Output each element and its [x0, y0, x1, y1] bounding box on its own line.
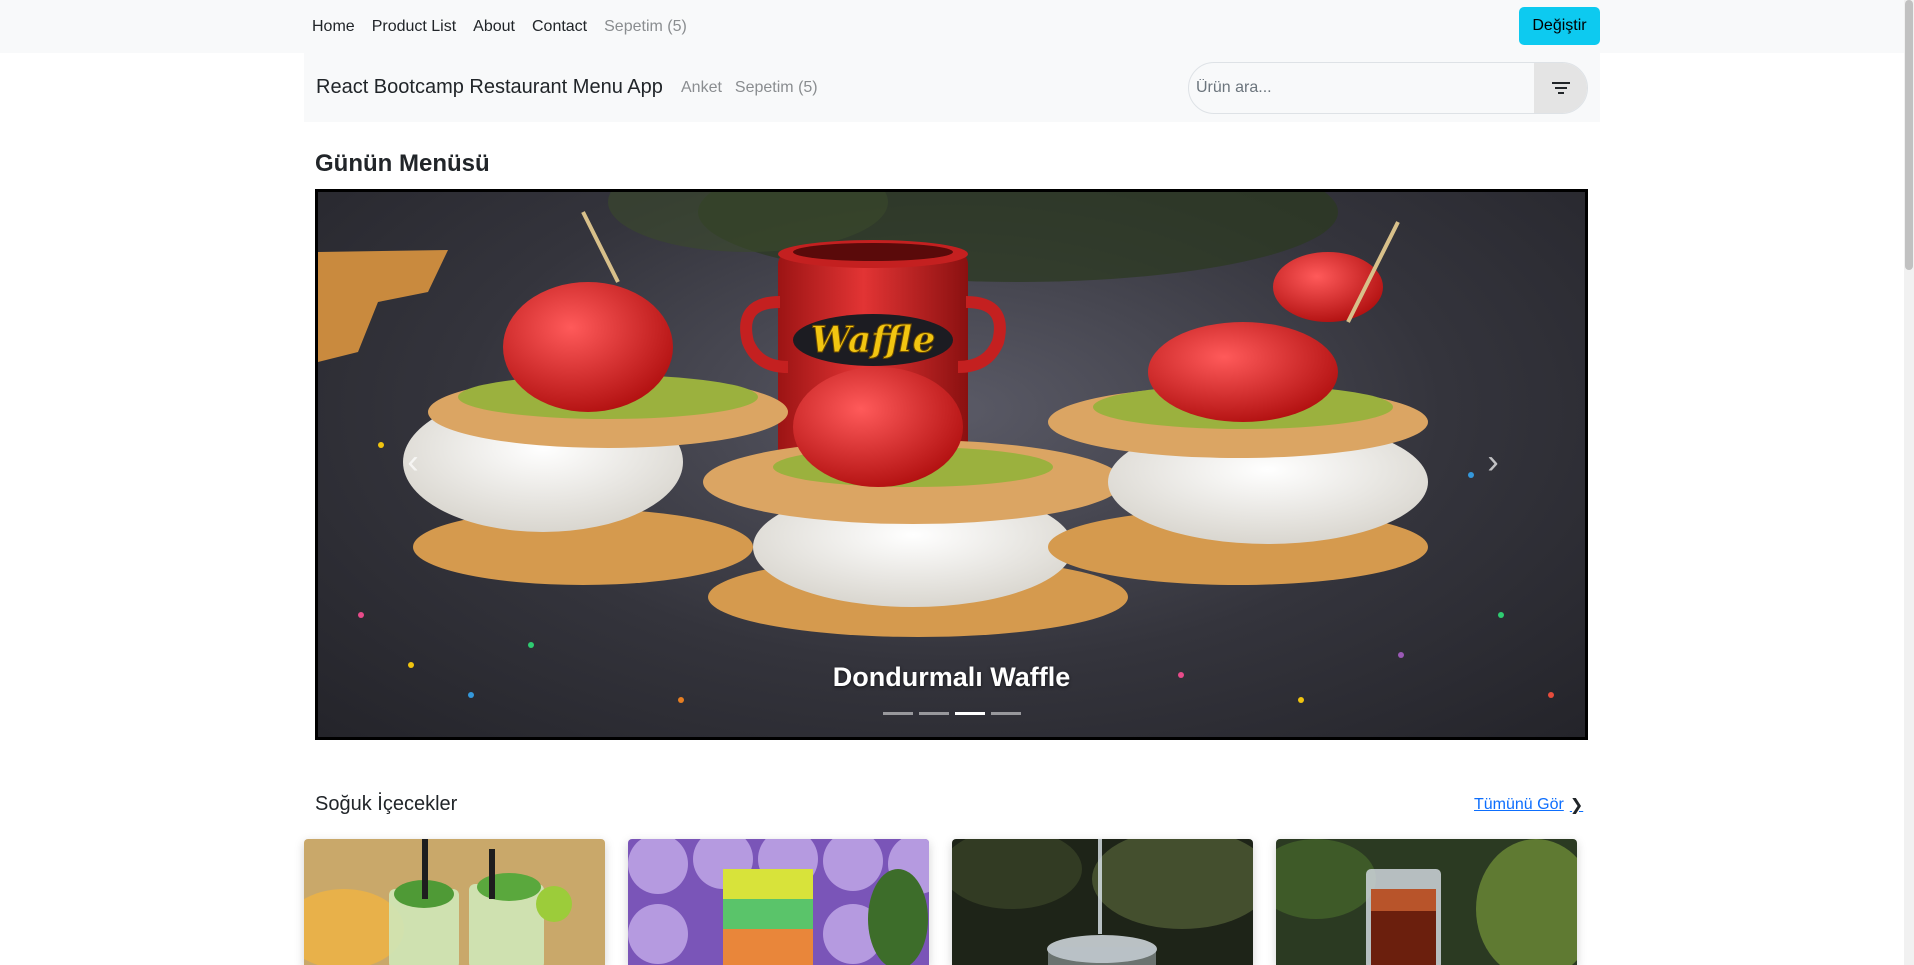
sprinkle: [378, 442, 384, 448]
product-card-sparkling-water[interactable]: [952, 839, 1253, 965]
product-card-layered-drink[interactable]: [628, 839, 929, 965]
carousel-indicators: [318, 712, 1585, 715]
carousel-indicator[interactable]: [882, 712, 913, 715]
nav-home-link[interactable]: Home: [312, 18, 355, 36]
top-nav-links: Home Product List About Contact Sepetim …: [312, 0, 704, 53]
search-input[interactable]: [1189, 63, 1535, 113]
slide-caption: Dondurmalı Waffle: [832, 662, 1071, 692]
see-all-link[interactable]: Tümünü Gör ❯: [1474, 795, 1583, 815]
sprinkle: [1298, 697, 1304, 703]
product-card-iced-tea[interactable]: [1276, 839, 1577, 965]
daily-menu-carousel: Waffle ‹ › Dondurmalı Waffle: [315, 189, 1588, 740]
carousel-next-button[interactable]: ›: [1478, 443, 1508, 481]
carousel-prev-button[interactable]: ‹: [398, 443, 428, 481]
scrollbar-thumb[interactable]: [1905, 0, 1913, 270]
top-navbar: Home Product List About Contact Sepetim …: [0, 0, 1904, 53]
nav-contact-link[interactable]: Contact: [532, 18, 587, 36]
chevron-right-icon: ❯: [1569, 797, 1584, 814]
mojito-image: [304, 839, 605, 965]
app-brand[interactable]: React Bootcamp Restaurant Menu App: [316, 53, 663, 122]
nav-cart-link[interactable]: Sepetim (5): [604, 18, 687, 36]
cold-drinks-title: Soğuk İçecekler: [315, 793, 458, 815]
search-box: [1188, 62, 1588, 114]
sprinkle: [1498, 612, 1504, 618]
chevron-right-icon: ›: [1487, 442, 1499, 481]
page-scrollbar[interactable]: [1904, 0, 1914, 965]
app-header: React Bootcamp Restaurant Menu App Anket…: [304, 53, 1600, 122]
carousel-indicator[interactable]: [990, 712, 1021, 715]
carousel-indicator-active[interactable]: [954, 712, 985, 715]
header-links: Anket Sepetim (5): [681, 53, 831, 122]
change-button[interactable]: Değiştir: [1519, 7, 1600, 45]
see-all-label: Tümünü Gör: [1474, 796, 1564, 813]
sprinkle: [358, 612, 364, 618]
sprinkle: [1468, 472, 1474, 478]
survey-link[interactable]: Anket: [681, 79, 722, 97]
chevron-left-icon: ‹: [407, 442, 419, 481]
nav-about-link[interactable]: About: [473, 18, 515, 36]
carousel-indicator[interactable]: [918, 712, 949, 715]
sprinkle: [528, 642, 534, 648]
slide-image: Waffle: [318, 192, 1428, 637]
sprinkle: [678, 697, 684, 703]
filter-icon: [1551, 82, 1570, 94]
sparkling-water-image: [952, 839, 1253, 965]
nav-product-list-link[interactable]: Product List: [372, 18, 456, 36]
product-card-mojito[interactable]: [304, 839, 605, 965]
svg-text:Waffle: Waffle: [811, 319, 936, 361]
layered-drink-image: [628, 839, 929, 965]
cart-link[interactable]: Sepetim (5): [735, 79, 818, 97]
iced-tea-image: [1276, 839, 1577, 965]
daily-menu-title: Günün Menüsü: [315, 150, 490, 177]
filter-button[interactable]: [1534, 63, 1587, 113]
sprinkle: [1398, 652, 1404, 658]
